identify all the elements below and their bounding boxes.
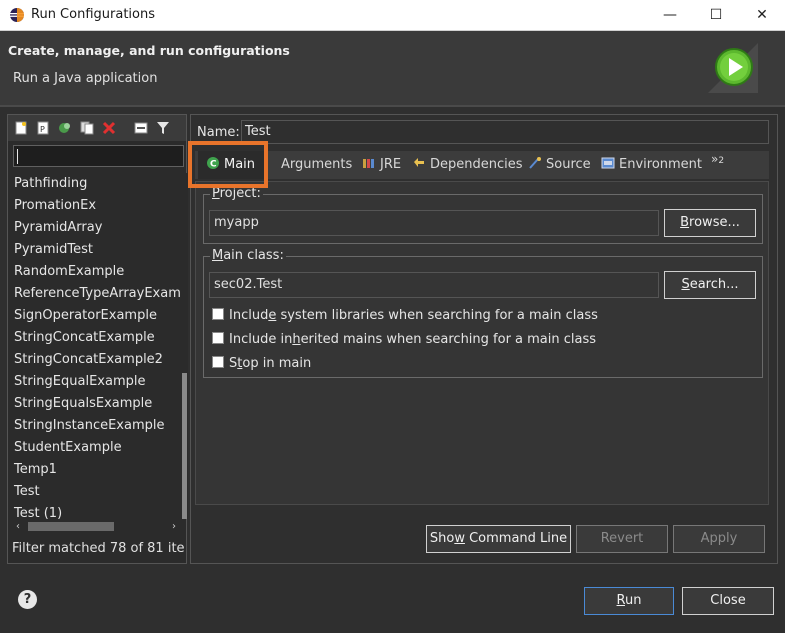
project-legend: Project: [210,186,263,201]
source-icon [529,157,541,169]
header-title: Create, manage, and run configurations [8,43,290,58]
tree-item[interactable]: ReferenceTypeArrayExampl [8,283,182,305]
tree-horizontal-scrollbar[interactable]: ‹ › [12,519,180,534]
tree-item[interactable]: StringInstanceExample [8,415,182,437]
delete-icon[interactable] [100,119,117,136]
export-icon[interactable] [56,119,73,136]
tab-label: Environment [619,157,703,172]
run-badge-icon [708,43,758,93]
dialog-header: Create, manage, and run configurations R… [0,31,785,105]
tree-item[interactable]: PyramidArray [8,217,182,239]
window-title: Run Configurations [31,7,155,22]
new-prototype-icon[interactable]: P [34,119,51,136]
tab-arguments[interactable]: Arguments [281,151,352,179]
tree-item[interactable]: SignOperatorExample [8,305,182,327]
help-icon[interactable]: ? [18,590,37,609]
filter-icon[interactable] [154,119,171,136]
overflow-count: 2 [718,156,725,166]
tab-label: JRE [380,157,402,172]
tree-item[interactable]: Temp1 [8,459,182,481]
close-button[interactable]: Close [682,587,774,615]
scroll-left-icon[interactable]: ‹ [12,519,24,534]
tree-item[interactable]: Test (1) [8,503,182,519]
title-bar: Run Configurations — ☐ ✕ [0,0,785,31]
tree-toolbar: P [8,115,186,141]
name-field[interactable]: Test [241,120,769,144]
tab-label: Dependencies [430,157,523,172]
checkbox-box[interactable] [212,356,224,368]
tab-environment[interactable]: Environment [601,151,702,179]
jre-icon [363,159,374,168]
java-class-icon: C [207,157,219,170]
main-tab-content: Project: myapp Browse... Main class: sec… [195,181,769,505]
tab-main[interactable]: C Main [198,151,265,179]
checkbox-label: Include system libraries when searching … [229,308,598,323]
main-class-group: Main class: sec02.Test Search... Include… [203,248,763,378]
tree-item[interactable]: StringConcatExample2 [8,349,182,371]
environment-icon [601,157,615,169]
new-config-icon[interactable] [12,119,29,136]
project-group: Project: myapp Browse... [203,186,763,244]
stop-in-main-checkbox[interactable]: Stop in main [212,356,311,371]
tab-overflow-button[interactable]: »2 [711,145,724,173]
tree-item[interactable]: StringEqualsExample [8,393,182,415]
revert-button[interactable]: Revert [576,525,668,553]
configuration-editor: Name: Test C Main Arguments JRE Dependenc… [190,114,778,564]
tab-source[interactable]: Source [528,151,591,179]
checkbox-label: Include inherited mains when searching f… [229,332,597,347]
minimize-button[interactable]: — [647,0,693,31]
tab-jre[interactable]: JRE [362,151,401,179]
search-button[interactable]: Search... [664,271,756,299]
filter-status: Filter matched 78 of 81 item [12,541,184,556]
tree-item[interactable]: StudentExample [8,437,182,459]
header-divider [0,105,785,107]
main-class-legend: Main class: [210,248,286,263]
tab-label: Arguments [281,157,353,172]
text-caret [17,149,18,164]
show-command-line-button[interactable]: Show Command Line [426,525,571,553]
header-subtitle: Run a Java application [13,71,158,86]
maximize-button[interactable]: ☐ [693,0,739,31]
apply-button[interactable]: Apply [673,525,765,553]
name-label: Name: [197,125,240,140]
tree-item[interactable]: PyramidTest [8,239,182,261]
tab-label: Source [546,157,591,172]
scrollbar-thumb[interactable] [28,522,114,531]
configuration-tree[interactable]: Pathfinding PromationEx PyramidArray Pyrami… [8,173,182,519]
main-class-field[interactable]: sec02.Test [209,272,659,298]
configuration-tree-panel: P Pathfinding PromationEx PyramidArray Pyra… [7,114,188,564]
tab-label: Main [224,157,256,172]
browse-button[interactable]: Browse... [664,209,756,237]
collapse-all-icon[interactable] [132,119,149,136]
project-field[interactable]: myapp [209,210,659,236]
eclipse-icon [10,8,24,22]
scrollbar-thumb[interactable] [182,373,187,519]
tree-item[interactable]: RandomExample [8,261,182,283]
include-system-libraries-checkbox[interactable]: Include system libraries when searching … [212,308,598,323]
checkbox-label: Stop in main [229,356,312,371]
run-button[interactable]: Run [584,587,674,615]
checkbox-box[interactable] [212,332,224,344]
filter-input[interactable] [13,145,184,167]
tree-item[interactable]: PromationEx [8,195,182,217]
tree-vertical-scrollbar[interactable] [182,173,188,519]
tree-item[interactable]: StringConcatExample [8,327,182,349]
config-tabs: C Main Arguments JRE Dependencies Source … [195,151,769,179]
svg-text:C: C [210,160,217,170]
checkbox-box[interactable] [212,308,224,320]
close-window-button[interactable]: ✕ [739,0,785,31]
include-inherited-mains-checkbox[interactable]: Include inherited mains when searching f… [212,332,596,347]
tree-item[interactable]: Test [8,481,182,503]
tab-dependencies[interactable]: Dependencies [412,151,523,179]
tree-item[interactable]: StringEqualExample [8,371,182,393]
svg-text:P: P [40,125,45,134]
duplicate-icon[interactable] [78,119,95,136]
dependencies-icon [414,158,424,167]
tree-item[interactable]: Pathfinding [8,173,182,195]
scroll-right-icon[interactable]: › [168,519,180,534]
